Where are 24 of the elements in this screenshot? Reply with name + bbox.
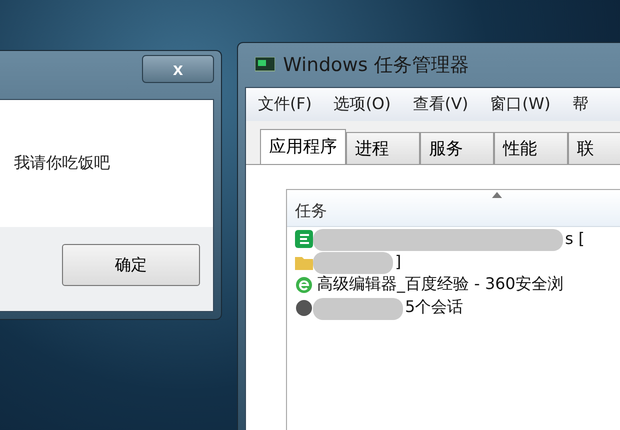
task-cell: s [ bbox=[565, 229, 585, 248]
tab[interactable]: 服务 bbox=[420, 132, 494, 164]
message-text: 我请你吃饭吧 bbox=[14, 153, 110, 174]
column-header[interactable]: 任务 bbox=[287, 190, 620, 227]
ok-button[interactable]: 确定 bbox=[62, 244, 200, 286]
sort-caret-icon bbox=[492, 192, 502, 198]
tab[interactable]: 性能 bbox=[494, 132, 568, 164]
menu-item[interactable]: 选项(O) bbox=[334, 94, 391, 115]
task-cell: 高级编辑器_百度经验 - 360安全浏 bbox=[317, 274, 564, 295]
monitor-icon bbox=[255, 57, 275, 73]
menu-item[interactable]: 窗口(W) bbox=[490, 94, 551, 115]
menu-item[interactable]: 文件(F) bbox=[258, 94, 312, 115]
app-icon bbox=[295, 230, 313, 248]
browser-icon bbox=[295, 276, 313, 294]
menu-item[interactable]: 查看(V) bbox=[412, 94, 468, 115]
tab[interactable]: 应用程序 bbox=[260, 129, 346, 164]
tab[interactable]: 进程 bbox=[346, 132, 420, 164]
task-cell: ] bbox=[395, 252, 402, 271]
window-title: Windows 任务管理器 bbox=[283, 53, 469, 78]
menu-item[interactable]: 帮 bbox=[572, 94, 589, 115]
close-button[interactable]: x bbox=[142, 55, 214, 83]
task-cell: 5个会话 bbox=[405, 297, 464, 318]
tab[interactable]: 联 bbox=[568, 132, 620, 164]
chat-app-icon bbox=[295, 298, 313, 316]
